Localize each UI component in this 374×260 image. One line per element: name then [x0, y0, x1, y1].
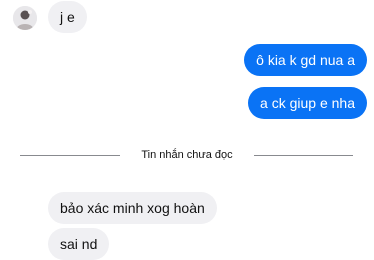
unread-divider-line-left	[20, 155, 120, 156]
message-text: j e	[60, 9, 75, 25]
message-text: a ck giup e nha	[260, 95, 355, 111]
unread-divider-line-right	[254, 155, 353, 156]
contact-avatar-image	[13, 6, 37, 30]
contact-avatar[interactable]	[13, 6, 37, 30]
unread-divider-label: Tin nhắn chưa đọc	[141, 149, 233, 161]
message-text: ô kia k gd nua a	[256, 52, 355, 68]
message-bubble-sent[interactable]: a ck giup e nha	[248, 87, 367, 119]
message-text: bảo xác minh xog hoàn	[60, 200, 205, 216]
message-bubble-received[interactable]: j e	[48, 1, 87, 33]
message-bubble-received[interactable]: sai nd	[48, 228, 110, 260]
message-bubble-received[interactable]: bảo xác minh xog hoàn	[48, 192, 217, 224]
message-text: sai nd	[60, 236, 98, 252]
message-bubble-sent[interactable]: ô kia k gd nua a	[244, 44, 367, 76]
